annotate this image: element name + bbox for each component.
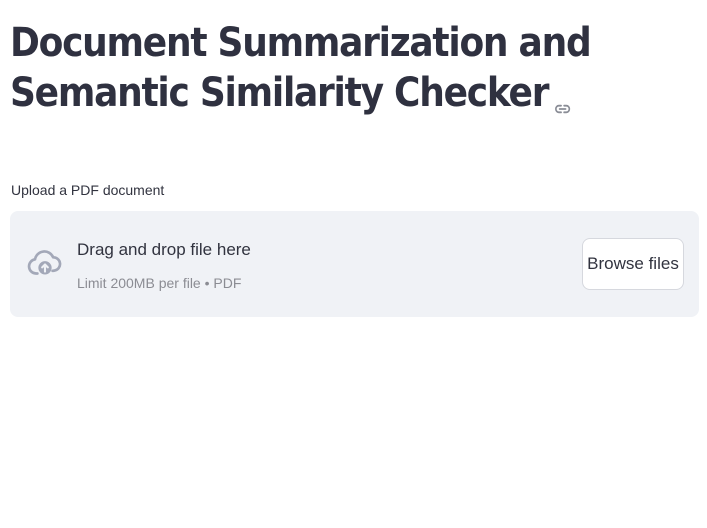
page-title-line-2: Semantic Similarity Checker <box>10 68 604 118</box>
page-header: Document Summarization and Semantic Simi… <box>10 18 670 118</box>
cloud-upload-icon <box>26 245 64 283</box>
link-icon[interactable] <box>554 81 572 114</box>
dropzone-instructions: Drag and drop file here Limit 200MB per … <box>77 239 251 292</box>
uploader-label: Upload a PDF document <box>11 182 165 198</box>
browse-files-button[interactable]: Browse files <box>582 238 684 290</box>
page-title-line-2-text: Semantic Similarity Checker <box>10 70 549 116</box>
page-title-line-1: Document Summarization and <box>10 20 592 66</box>
file-dropzone[interactable]: Drag and drop file here Limit 200MB per … <box>10 211 699 317</box>
file-limit-text: Limit 200MB per file • PDF <box>77 275 242 291</box>
dropzone-text: Drag and drop file here <box>77 240 251 259</box>
app-page: Document Summarization and Semantic Simi… <box>0 0 707 528</box>
page-title: Document Summarization and Semantic Simi… <box>10 18 604 118</box>
